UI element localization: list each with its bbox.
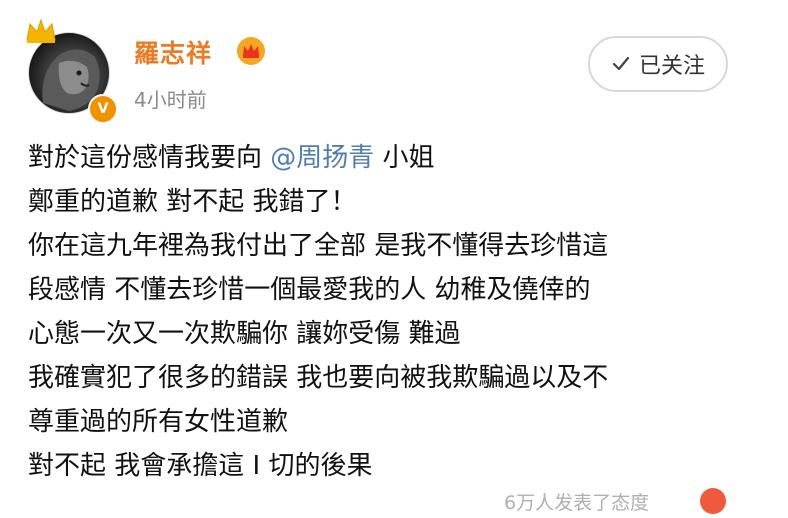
mention-link[interactable]: @周扬青 [270,143,374,173]
post-line-2: 鄭重的道歉 對不起 我錯了！ [28,187,357,217]
avatar-container[interactable]: V [22,18,118,124]
username[interactable]: 羅志祥 [134,34,212,70]
verified-badge: V [88,94,118,124]
reactions-count-text: 6万人发表了态度 [504,492,650,514]
post-line-1: 對於這份感情我要向 @周扬青 小姐 [28,136,778,180]
post-line-4: 段感情 不懂去珍惜一個最愛我的人 幼稚及僥倖的 [28,275,591,305]
follow-button-label: 已关注 [638,54,705,79]
angry-emoji-icon [700,488,726,514]
crown-icon [26,18,56,43]
reactions-footer[interactable]: 6万人发表了态度 [504,488,726,518]
post-line-3: 你在這九年裡為我付出了全部 是我不懂得去珍惜這 [28,231,609,261]
post-text-suffix: 小姐 [374,143,435,173]
post-line-8: 對不起 我會承擔這 I 切的後果 [28,451,373,481]
post-body: 對於這份感情我要向 @周扬青 小姐 鄭重的道歉 對不起 我錯了！ 你在這九年裡為… [28,136,778,488]
check-icon [612,56,630,71]
post-line-7: 尊重過的所有女性道歉 [28,407,289,437]
follow-button[interactable]: 已关注 [588,36,728,92]
post-line-6: 我確實犯了很多的錯誤 我也要向被我欺騙過以及不 [28,363,609,393]
post-text-prefix: 對於這份感情我要向 [28,143,271,173]
post-timestamp: 4小时前 [134,88,207,112]
post-line-5: 心態一次又一次欺騙你 讓妳受傷 難過 [28,319,461,349]
vip-crown-icon [237,37,265,65]
post-header: V 羅志祥 4小时前 已关注 [0,0,788,124]
